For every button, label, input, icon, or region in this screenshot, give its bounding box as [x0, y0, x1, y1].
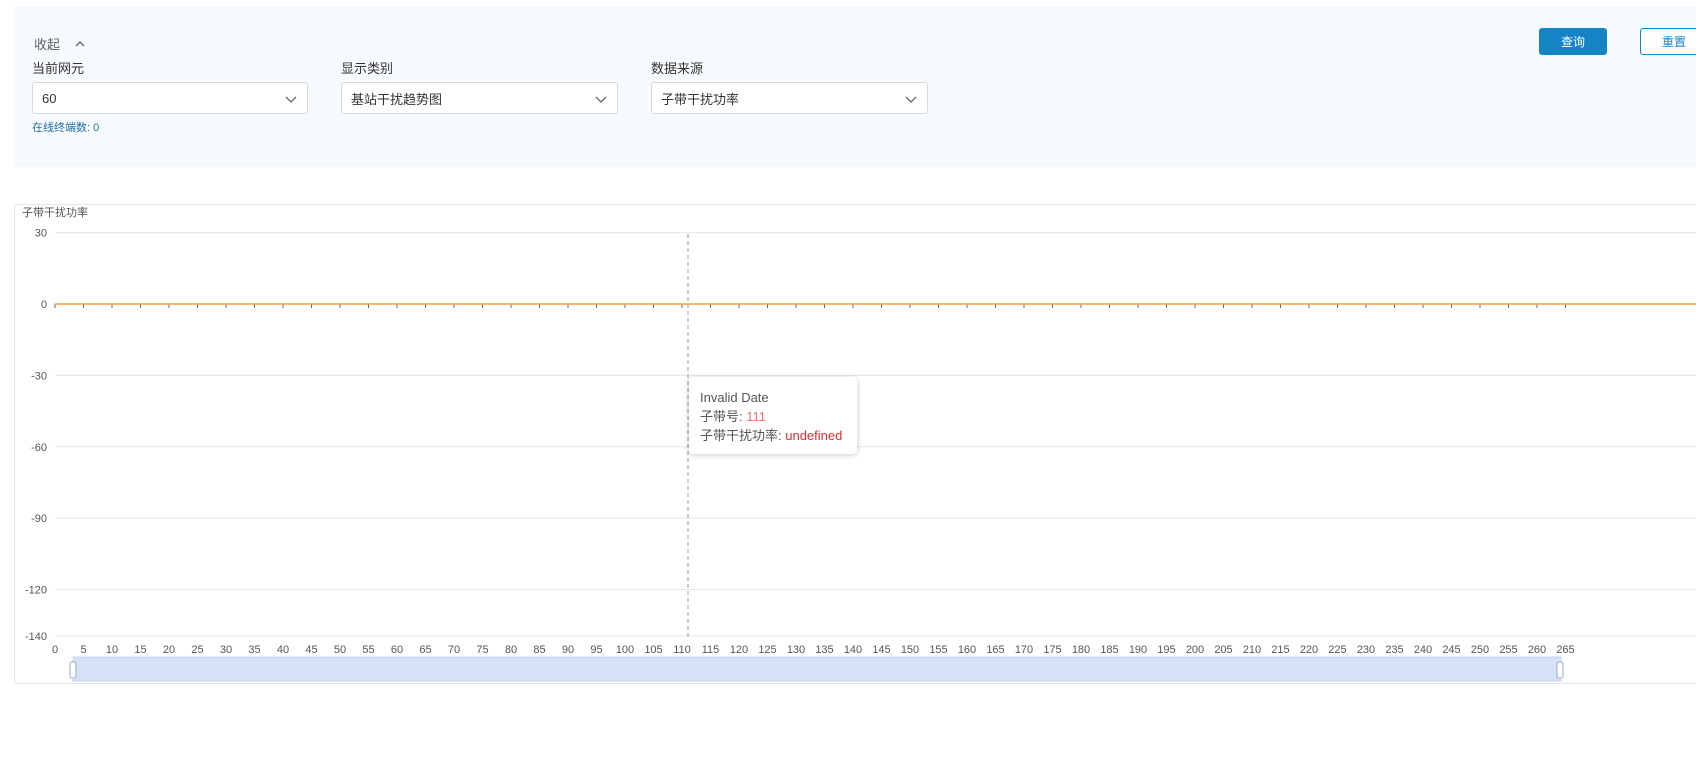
x-tick-label: 260 — [1528, 644, 1546, 656]
chart-tooltip: Invalid Date 子带号: 111 子带干扰功率: undefined — [689, 377, 857, 454]
x-tick-label: 195 — [1157, 644, 1175, 656]
x-tick-label: 145 — [872, 644, 890, 656]
x-tick-label: 140 — [844, 644, 862, 656]
x-tick-label: 220 — [1300, 644, 1318, 656]
x-tick-label: 60 — [391, 644, 403, 656]
x-tick-label: 115 — [702, 644, 720, 656]
x-tick-label: 235 — [1385, 644, 1403, 656]
x-tick-label: 265 — [1556, 644, 1574, 656]
x-tick-label: 45 — [305, 644, 317, 656]
y-tick-label: -30 — [31, 370, 47, 382]
x-tick-label: 240 — [1414, 644, 1432, 656]
y-tick-label: -120 — [25, 585, 47, 597]
tooltip-row1-value: 111 — [746, 409, 766, 424]
x-tick-label: 50 — [334, 644, 346, 656]
x-tick-label: 0 — [52, 644, 58, 656]
x-tick-label: 170 — [1015, 644, 1033, 656]
x-tick-label: 90 — [562, 644, 574, 656]
data-zoom-slider — [72, 656, 1562, 682]
tooltip-title: Invalid Date — [700, 390, 769, 405]
x-tick-label: 190 — [1129, 644, 1147, 656]
x-tick-label: 255 — [1499, 644, 1517, 656]
x-tick-label: 135 — [815, 644, 833, 656]
x-tick-label: 225 — [1328, 644, 1346, 656]
x-tick-label: 20 — [163, 644, 175, 656]
x-tick-label: 5 — [80, 644, 86, 656]
x-tick-label: 210 — [1243, 644, 1261, 656]
tooltip-row2-label: 子带干扰功率: — [700, 428, 786, 443]
x-tick-label: 165 — [986, 644, 1004, 656]
x-tick-label: 150 — [901, 644, 919, 656]
y-tick-label: 0 — [41, 299, 47, 311]
x-tick-label: 125 — [758, 644, 776, 656]
x-tick-label: 215 — [1271, 644, 1289, 656]
tooltip-row-power: 子带干扰功率: undefined — [700, 426, 846, 445]
y-tick-label: -60 — [31, 442, 47, 454]
x-tick-label: 95 — [590, 644, 602, 656]
tooltip-row1-label: 子带号: — [700, 409, 747, 424]
x-tick-label: 40 — [277, 644, 289, 656]
x-tick-label: 55 — [362, 644, 374, 656]
x-tick-label: 25 — [191, 644, 203, 656]
x-tick-label: 15 — [134, 644, 146, 656]
x-tick-label: 250 — [1471, 644, 1489, 656]
y-tick-label: 30 — [35, 228, 47, 240]
x-tick-label: 110 — [673, 644, 691, 656]
x-tick-label: 65 — [419, 644, 431, 656]
x-tick-label: 155 — [929, 644, 947, 656]
x-tick-label: 35 — [248, 644, 260, 656]
zoom-handle-left — [69, 661, 77, 679]
x-tick-label: 70 — [448, 644, 460, 656]
x-tick-label: 180 — [1072, 644, 1090, 656]
x-tick-label: 230 — [1357, 644, 1375, 656]
x-tick-label: 80 — [505, 644, 517, 656]
x-tick-label: 185 — [1100, 644, 1118, 656]
y-tick-label: -140 — [25, 631, 47, 643]
tooltip-row2-value: undefined — [785, 428, 843, 443]
x-tick-label: 130 — [787, 644, 805, 656]
tooltip-row-subband: 子带号: 111 — [700, 407, 846, 426]
x-tick-label: 160 — [958, 644, 976, 656]
x-tick-label: 175 — [1043, 644, 1061, 656]
y-tick-label: -90 — [31, 513, 47, 525]
zoom-handle-right — [1556, 661, 1564, 679]
x-tick-label: 245 — [1442, 644, 1460, 656]
x-tick-label: 85 — [533, 644, 545, 656]
x-tick-label: 105 — [644, 644, 662, 656]
x-tick-label: 30 — [220, 644, 232, 656]
y-axis-label: 子带干扰功率 — [22, 205, 88, 219]
x-tick-label: 10 — [106, 644, 118, 656]
x-tick-label: 200 — [1186, 644, 1204, 656]
x-tick-label: 75 — [476, 644, 488, 656]
x-tick-label: 100 — [616, 644, 634, 656]
x-tick-label: 205 — [1214, 644, 1232, 656]
x-tick-label: 120 — [730, 644, 748, 656]
